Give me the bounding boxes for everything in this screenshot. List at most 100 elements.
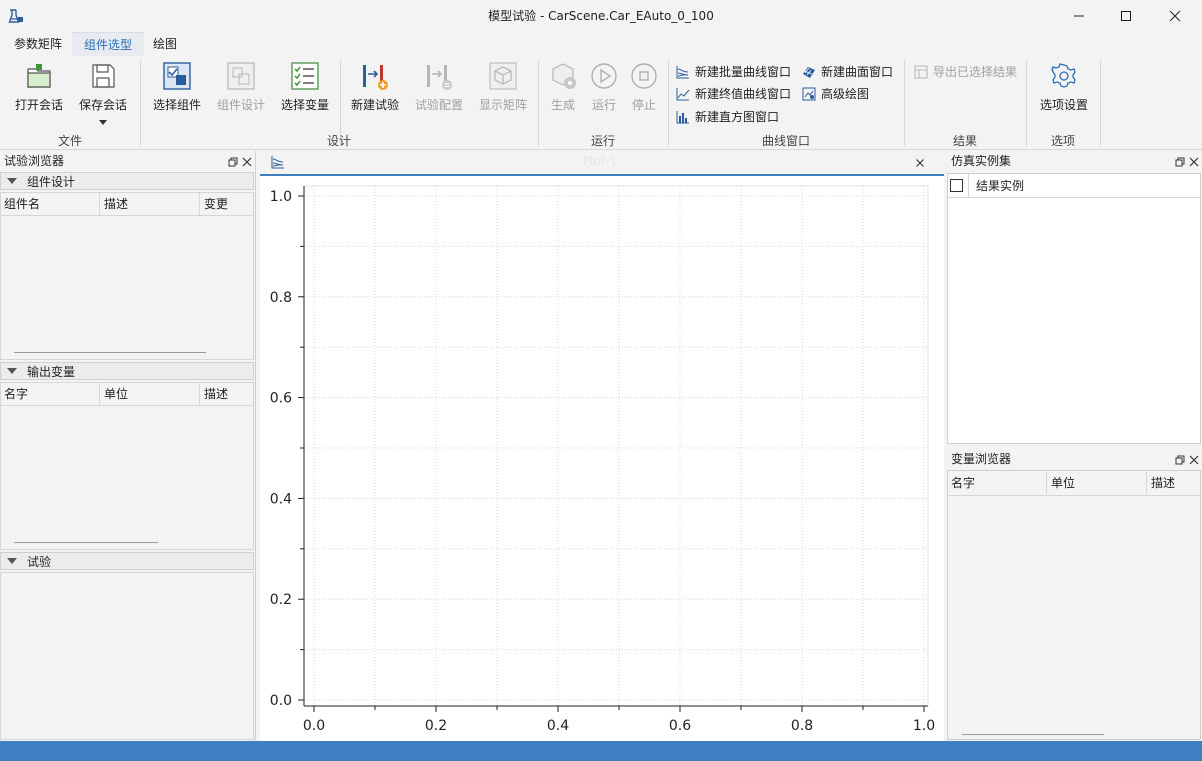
float-panel-icon[interactable] (1175, 156, 1185, 170)
simulation-instances-title: 仿真实例集 (951, 154, 1012, 168)
select-component-label: 选择组件 (152, 98, 201, 112)
generate-label: 生成 (550, 98, 575, 112)
batch-curve-icon (270, 155, 286, 172)
new-surface-button[interactable]: 新建曲面窗口 (802, 62, 893, 82)
component-design-section-header[interactable]: 组件设计 (0, 172, 254, 190)
column-header-description[interactable]: 描述 (200, 383, 254, 405)
experiment-config-button[interactable]: 试验配置 (408, 60, 470, 113)
column-header-description[interactable]: 描述 (100, 193, 200, 215)
tab-component-selection[interactable]: 组件选型 (72, 32, 145, 56)
select-component-button[interactable]: 选择组件 (146, 60, 208, 113)
gear-icon (1048, 60, 1080, 92)
stop-icon (628, 60, 660, 92)
collapse-triangle-icon (7, 363, 17, 382)
plot-canvas[interactable]: 0.0 0.2 0.4 0.6 0.8 1.0 0.0 0.2 0.4 0.6 0.8 1.0 (260, 176, 944, 741)
column-header-component-name[interactable]: 组件名 (0, 193, 100, 215)
experiment-section-header[interactable]: 试验 (0, 552, 254, 570)
save-icon (87, 60, 119, 92)
group-label-curve: 曲线窗口 (761, 134, 810, 148)
component-design-label: 组件设计 (216, 98, 265, 112)
batch-curve-icon (676, 66, 689, 79)
divider (0, 405, 254, 406)
tab-parameter-matrix[interactable]: 参数矩阵 (2, 32, 74, 56)
open-folder-icon (23, 60, 55, 92)
select-variable-label: 选择变量 (280, 98, 329, 112)
option-settings-button[interactable]: 选项设置 (1034, 60, 1094, 113)
save-session-button[interactable]: 保存会话 (72, 60, 134, 129)
status-bar (0, 741, 1202, 761)
group-label-design: 设计 (326, 134, 351, 148)
select-variable-icon (289, 60, 321, 92)
horizontal-scrollbar[interactable] (14, 352, 206, 353)
close-panel-icon[interactable] (242, 156, 252, 170)
close-panel-icon[interactable] (1189, 156, 1199, 170)
experiment-config-icon (423, 60, 455, 92)
export-selected-button[interactable]: 导出已选择结果 (914, 62, 1017, 82)
variable-browser-title: 变量浏览器 (951, 452, 1012, 466)
close-plot-tab-icon[interactable] (915, 157, 925, 171)
horizontal-scrollbar[interactable] (962, 734, 1104, 735)
save-session-label: 保存会话 (78, 98, 127, 112)
tab-plotting[interactable]: 绘图 (141, 32, 189, 56)
advanced-plot-button[interactable]: 高级绘图 (802, 84, 869, 104)
new-experiment-icon (359, 60, 391, 92)
group-label-file: 文件 (57, 134, 82, 148)
y-tick-label: 0.2 (270, 592, 292, 608)
close-panel-icon[interactable] (1189, 454, 1199, 468)
column-header-change[interactable]: 变更 (200, 193, 254, 215)
divider (948, 495, 1200, 496)
horizontal-scrollbar[interactable] (14, 542, 158, 543)
y-tick-label: 0.0 (270, 693, 292, 709)
export-icon (914, 65, 928, 79)
open-session-button[interactable]: 打开会话 (8, 60, 70, 113)
minimize-button[interactable] (1056, 0, 1102, 32)
chevron-down-icon[interactable] (72, 115, 134, 129)
plot-tab-label[interactable]: Plot-1 (560, 154, 640, 168)
stop-button[interactable]: 停止 (624, 60, 664, 113)
y-tick-label: 0.8 (270, 290, 292, 306)
new-histogram-button[interactable]: 新建直方图窗口 (676, 107, 779, 127)
column-header-description[interactable]: 描述 (1147, 472, 1201, 494)
x-tick-label: 0.0 (303, 718, 325, 734)
new-experiment-button[interactable]: 新建试验 (344, 60, 406, 113)
component-design-icon (225, 60, 257, 92)
column-header-result-instance[interactable]: 结果实例 (976, 174, 1024, 198)
column-header-unit[interactable]: 单位 (100, 383, 200, 405)
generate-button[interactable]: 生成 (542, 60, 584, 113)
float-panel-icon[interactable] (1175, 454, 1185, 468)
column-header-unit[interactable]: 单位 (1047, 472, 1147, 494)
select-component-icon (161, 60, 193, 92)
collapse-triangle-icon (7, 553, 17, 572)
stop-label: 停止 (631, 98, 656, 112)
maximize-button[interactable] (1103, 0, 1149, 32)
show-matrix-label: 显示矩阵 (478, 98, 527, 112)
y-tick-label: 0.4 (270, 491, 292, 507)
component-design-button[interactable]: 组件设计 (210, 60, 272, 113)
new-final-curve-button[interactable]: 新建终值曲线窗口 (676, 84, 791, 104)
group-label-result: 结果 (952, 134, 977, 148)
select-all-checkbox[interactable] (950, 179, 963, 192)
x-tick-label: 0.6 (669, 718, 691, 734)
select-variable-button[interactable]: 选择变量 (274, 60, 336, 113)
export-selected-label: 导出已选择结果 (933, 65, 1018, 79)
open-session-label: 打开会话 (14, 98, 63, 112)
ribbon: 打开会话 保存会话 文件 选择组件 组件设计 选择变量 新建试验 试验配置 显示… (0, 56, 1202, 150)
play-icon (588, 60, 620, 92)
show-matrix-button[interactable]: 显示矩阵 (472, 60, 534, 113)
x-tick-label: 0.4 (547, 718, 569, 734)
output-variables-section-header[interactable]: 输出变量 (0, 362, 254, 380)
window-title: 模型试验 - CarScene.Car_EAuto_0_100 (488, 9, 714, 23)
run-button[interactable]: 运行 (584, 60, 624, 113)
y-tick-label: 0.6 (270, 391, 292, 407)
run-label: 运行 (591, 98, 616, 112)
plot-chart: 0.0 0.2 0.4 0.6 0.8 1.0 0.0 0.2 0.4 0.6 0.8 1.0 (270, 185, 935, 734)
variable-browser-table (947, 470, 1201, 740)
column-header-name[interactable]: 名字 (947, 472, 1047, 494)
advanced-plot-icon (802, 87, 816, 101)
column-header-name[interactable]: 名字 (0, 383, 100, 405)
close-window-button[interactable] (1152, 0, 1198, 32)
float-panel-icon[interactable] (228, 156, 238, 170)
experiment-browser-title: 试验浏览器 (4, 154, 65, 168)
new-batch-curve-button[interactable]: 新建批量曲线窗口 (676, 62, 791, 82)
show-matrix-icon (487, 60, 519, 92)
